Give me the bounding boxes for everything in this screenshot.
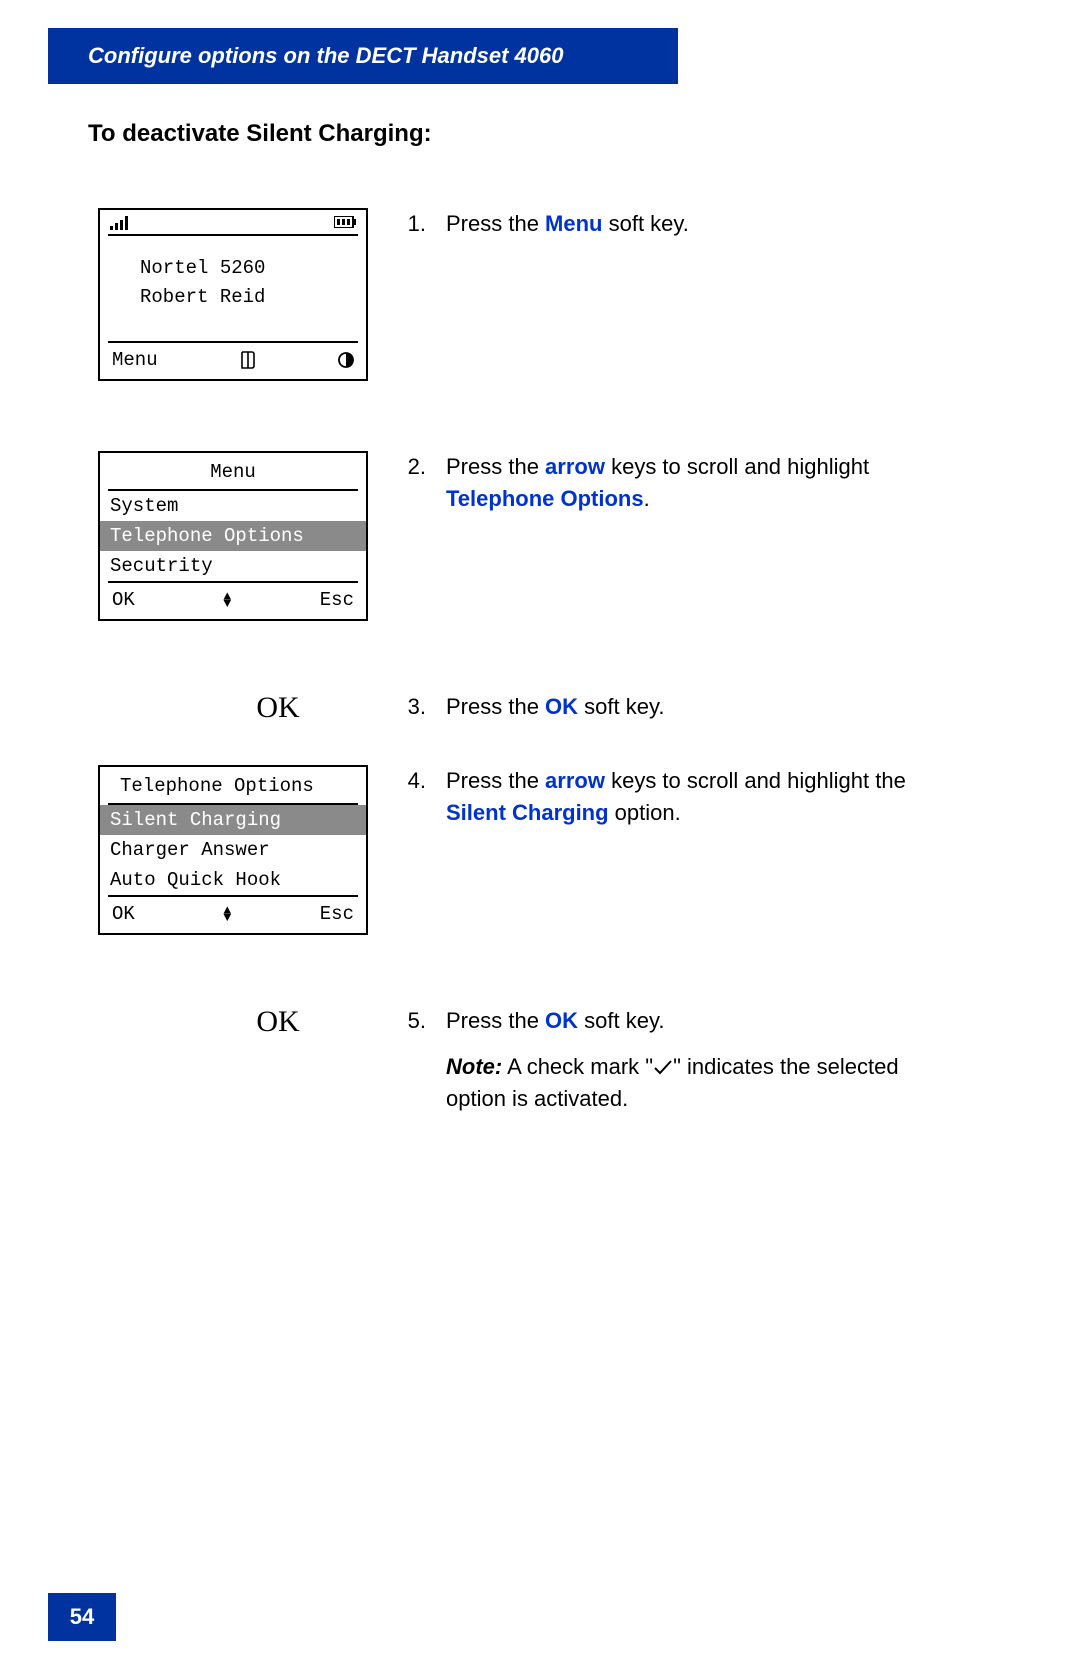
screen-menu: Menu System Telephone Options Secutrity … [88, 451, 378, 621]
arrow-keyword: arrow [545, 454, 605, 479]
page-number: 54 [48, 1593, 116, 1641]
ok-label: OK [256, 1005, 299, 1039]
menu-item-telephone-options: Telephone Options [100, 521, 366, 551]
menu-item-auto-quick-hook: Auto Quick Hook [100, 865, 366, 895]
step-text: Press the arrow keys to scroll and highl… [446, 765, 958, 829]
battery-icon [334, 216, 356, 230]
step-number: 1. [398, 208, 426, 240]
menu-title: Menu [100, 453, 366, 489]
step-number: 3. [398, 691, 426, 723]
step-text: Press the arrow keys to scroll and highl… [446, 451, 958, 515]
step-number: 2. [398, 451, 426, 483]
ok-label: OK [256, 691, 299, 725]
screen-telopts: Telephone Options Silent Charging Charge… [88, 765, 378, 935]
softkey-esc: Esc [320, 589, 354, 611]
ok-keyword: OK [545, 694, 578, 719]
idle-line2: Robert Reid [140, 283, 356, 312]
step-2: Menu System Telephone Options Secutrity … [88, 451, 958, 621]
telopts-title: Telephone Options [100, 767, 366, 803]
softkey-ok: OK [112, 903, 135, 925]
step-text: Press the OK soft key. Note: A check mar… [446, 1005, 958, 1115]
softkey-esc: Esc [320, 903, 354, 925]
signal-icon [110, 216, 128, 230]
softkey-menu: Menu [112, 349, 158, 371]
section-title: To deactivate Silent Charging: [88, 120, 958, 148]
step-1: Nortel 5260 Robert Reid Menu 1. Pres [88, 208, 958, 381]
telopts-keyword: Telephone Options [446, 486, 644, 511]
menu-item-charger-answer: Charger Answer [100, 835, 366, 865]
softkey-ok: OK [112, 589, 135, 611]
header-bar: Configure options on the DECT Handset 40… [48, 28, 678, 84]
arrow-keyword: arrow [545, 768, 605, 793]
menu-keyword: Menu [545, 211, 602, 236]
note-label: Note: [446, 1054, 502, 1079]
ok-keyword: OK [545, 1008, 578, 1033]
silent-charging-keyword: Silent Charging [446, 800, 609, 825]
header-title: Configure options on the DECT Handset 40… [88, 43, 563, 69]
page-body: To deactivate Silent Charging: Nortel 52… [88, 120, 958, 1185]
step-number: 5. [398, 1005, 426, 1037]
redial-icon [338, 352, 354, 368]
step-5: OK 5. Press the OK soft key. Note: A che… [88, 1005, 958, 1115]
phonebook-icon [240, 351, 256, 369]
menu-item-security: Secutrity [100, 551, 366, 581]
step-4: Telephone Options Silent Charging Charge… [88, 765, 958, 935]
step-text: Press the OK soft key. [446, 691, 958, 723]
idle-line1: Nortel 5260 [140, 254, 356, 283]
menu-item-system: System [100, 491, 366, 521]
updown-icon: ▲▼ [223, 907, 231, 921]
step-3: OK 3. Press the OK soft key. [88, 691, 958, 725]
updown-icon: ▲▼ [223, 593, 231, 607]
step-text: Press the Menu soft key. [446, 208, 958, 240]
menu-item-silent-charging: Silent Charging [100, 805, 366, 835]
screen-idle: Nortel 5260 Robert Reid Menu [88, 208, 378, 381]
step-number: 4. [398, 765, 426, 797]
check-icon [653, 1060, 673, 1076]
